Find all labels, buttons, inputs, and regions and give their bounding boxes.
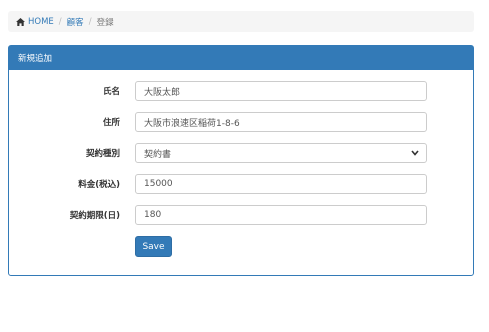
- breadcrumb-separator: /: [58, 16, 62, 27]
- form-row-period: 契約期限(日) 180: [9, 205, 473, 225]
- breadcrumb-home-label: HOME: [28, 16, 54, 27]
- new-entry-panel: 新規追加 氏名 大阪太郎 住所 大阪市浪速区稲荷1-8-6 契約種別 契約書 料…: [8, 45, 474, 276]
- form-row-fee: 料金(税込) 15000: [9, 174, 473, 194]
- form-row-name: 氏名 大阪太郎: [9, 81, 473, 101]
- period-label: 契約期限(日): [69, 211, 120, 221]
- fee-input[interactable]: 15000: [135, 174, 427, 194]
- fee-label: 料金(税込): [78, 180, 120, 190]
- contract-type-select[interactable]: 契約書: [135, 143, 427, 163]
- contract-type-label: 契約種別: [85, 149, 120, 159]
- breadcrumb-current: 登録: [96, 17, 114, 28]
- form-row-address: 住所 大阪市浪速区稲荷1-8-6: [9, 112, 473, 132]
- address-label: 住所: [102, 118, 120, 128]
- period-input[interactable]: 180: [135, 205, 427, 225]
- chevron-down-icon: [411, 150, 419, 156]
- breadcrumb-home-link[interactable]: HOME: [16, 17, 54, 27]
- contract-type-selected: 契約書: [144, 149, 172, 160]
- home-icon: [16, 17, 25, 26]
- name-input[interactable]: 大阪太郎: [135, 81, 427, 101]
- name-label: 氏名: [102, 87, 120, 97]
- breadcrumb-separator: /: [88, 16, 92, 27]
- form-row-contract-type: 契約種別 契約書: [9, 143, 473, 163]
- save-button[interactable]: Save: [135, 236, 172, 257]
- breadcrumb: HOME / 顧客 / 登録: [8, 11, 474, 32]
- breadcrumb-customers-link[interactable]: 顧客: [67, 16, 84, 28]
- panel-title: 新規追加: [9, 46, 473, 70]
- address-input[interactable]: 大阪市浪速区稲荷1-8-6: [135, 112, 427, 132]
